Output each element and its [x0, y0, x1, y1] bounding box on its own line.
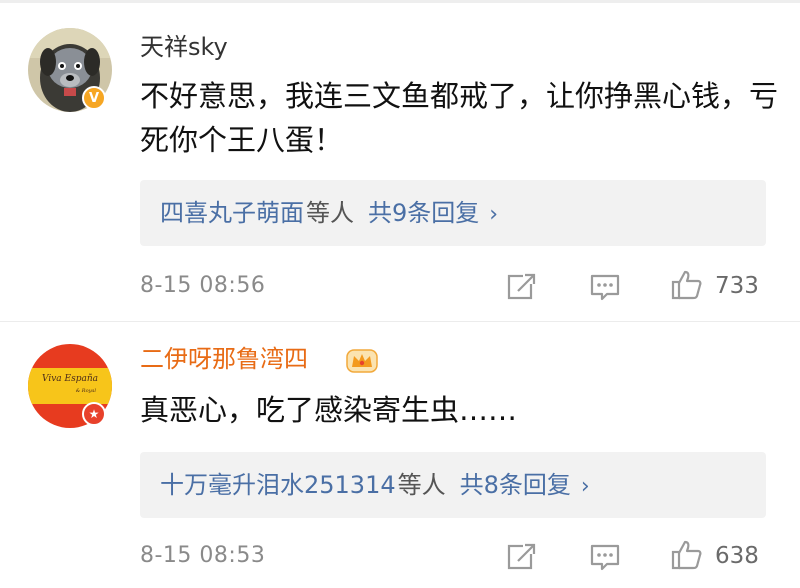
- reply-preview[interactable]: 四喜丸子萌面等人 共9条回复 ›: [140, 180, 766, 246]
- like-icon[interactable]: [670, 538, 704, 572]
- reply-user-names[interactable]: 十万毫升泪水251314: [160, 471, 396, 499]
- repost-icon[interactable]: [505, 270, 539, 304]
- like-count: 733: [715, 273, 759, 299]
- reply-summary: 四喜丸子萌面等人 共9条回复 ›: [160, 180, 498, 246]
- star-badge-icon: ★: [82, 402, 106, 426]
- timestamp: 8-15 08:53: [140, 543, 266, 568]
- avatar-subtext: & Royal: [75, 388, 96, 394]
- reply-count[interactable]: 共9条回复: [368, 199, 479, 227]
- comment-text: 真恶心，吃了感染寄生虫……: [140, 393, 518, 427]
- comment-item: Viva España & Royal ★ 二伊呀那鲁湾四 真恶心，吃了感染寄生…: [0, 322, 800, 588]
- reply-count[interactable]: 共8条回复: [460, 471, 571, 499]
- comment-icon[interactable]: [588, 270, 622, 304]
- avatar-text: Viva España: [41, 374, 98, 384]
- reply-preview[interactable]: 十万毫升泪水251314等人 共8条回复 ›: [140, 452, 766, 518]
- timestamp: 8-15 08:56: [140, 273, 266, 298]
- reply-user-names[interactable]: 四喜丸子萌面: [160, 199, 304, 227]
- chevron-right-icon: ›: [489, 202, 499, 227]
- like-count: 638: [715, 543, 759, 569]
- comment-icon[interactable]: [588, 540, 622, 574]
- crown-icon: [346, 349, 378, 373]
- comment-text: 不好意思，我连三文鱼都戒了，让你挣黑心钱，亏死你个王八蛋！: [140, 79, 779, 157]
- username[interactable]: 天祥sky: [140, 32, 228, 62]
- reply-suffix: 等人: [397, 471, 446, 499]
- reply-summary: 十万毫升泪水251314等人 共8条回复 ›: [160, 452, 590, 518]
- verified-badge-icon: V: [82, 86, 106, 110]
- username[interactable]: 二伊呀那鲁湾四: [140, 344, 308, 374]
- like-icon[interactable]: [670, 268, 704, 302]
- repost-icon[interactable]: [505, 540, 539, 574]
- reply-suffix: 等人: [306, 199, 354, 227]
- comment-item: V 天祥sky 不好意思，我连三文鱼都戒了，让你挣黑心钱，亏死你个王八蛋！ 四喜…: [0, 0, 800, 322]
- chevron-right-icon: ›: [580, 474, 590, 499]
